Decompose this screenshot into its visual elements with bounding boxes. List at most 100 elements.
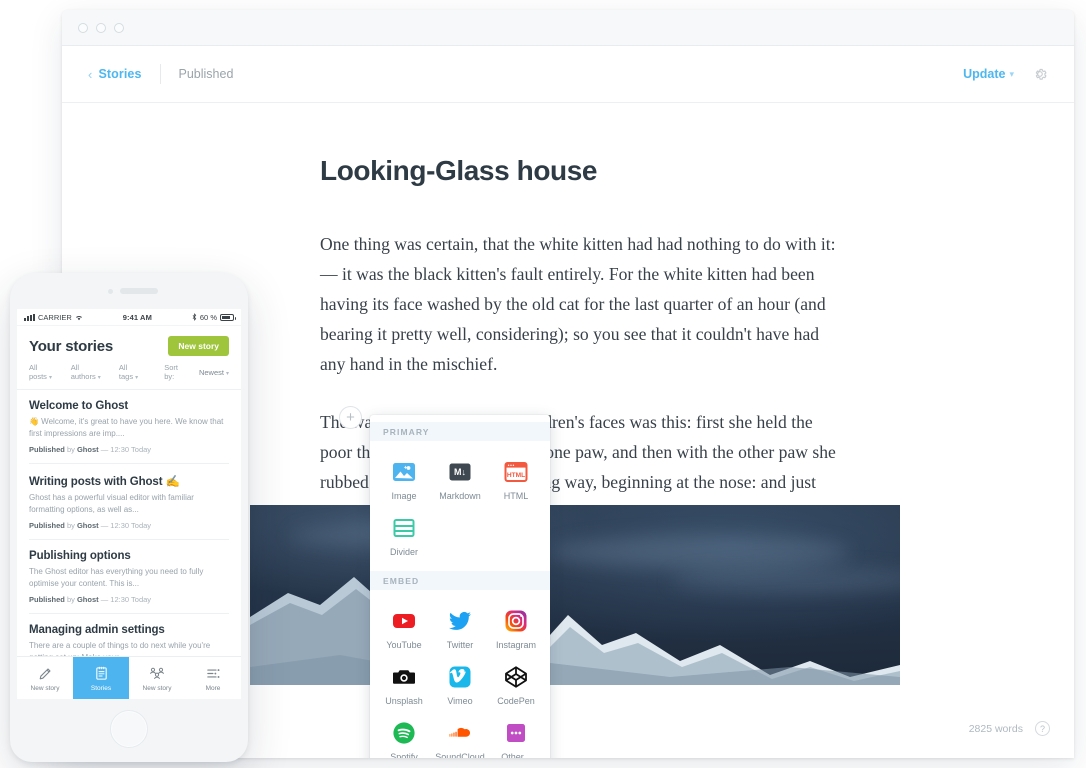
card-item-markdown[interactable]: M↓ Markdown <box>432 453 488 505</box>
editor-top-bar: ‹ Stories Published Update ▾ <box>62 46 1074 103</box>
window-close-button[interactable] <box>78 22 88 33</box>
battery-icon <box>220 313 236 321</box>
home-button[interactable] <box>110 710 148 748</box>
tab-new-story-pencil[interactable]: New story <box>17 657 73 699</box>
filter-all-tags[interactable]: All tags ▾ <box>119 363 146 381</box>
window-zoom-button[interactable] <box>114 22 124 33</box>
story-meta: Published by Ghost — 12:30 Today <box>29 445 152 454</box>
question-mark-icon[interactable]: ? <box>1035 721 1050 736</box>
markdown-card-icon: M↓ <box>447 459 473 485</box>
new-story-button[interactable]: New story <box>168 336 229 356</box>
card-item-twitter[interactable]: Twitter <box>432 602 488 654</box>
card-item-spotify[interactable]: Spotify <box>376 714 432 758</box>
paragraph-1[interactable]: One thing was certain, that the white ki… <box>320 229 840 379</box>
card-item-label: Vimeo <box>447 696 473 706</box>
list-item[interactable]: Writing posts with Ghost ✍️ Ghost has a … <box>29 464 229 540</box>
card-item-label: Divider <box>389 547 418 557</box>
card-item-codepen[interactable]: CodePen <box>488 658 544 710</box>
chevron-left-icon: ‹ <box>88 66 93 82</box>
sort-by-label: Sort by: <box>164 363 178 381</box>
add-card-button[interactable]: + <box>339 406 362 429</box>
mobile-status-bar: CARRIER 9:41 AM 60 % <box>17 309 241 326</box>
story-title: Welcome to Ghost <box>29 400 129 412</box>
card-grid-primary: Image M↓ Markdown HTML HTML Divider <box>370 441 550 571</box>
divider-card-icon <box>391 515 417 541</box>
card-item-other[interactable]: Other... <box>488 714 544 758</box>
card-item-image[interactable]: Image <box>376 453 432 505</box>
card-item-label: Twitter <box>446 640 474 650</box>
post-status-label: Published <box>178 67 234 81</box>
wifi-icon <box>75 315 82 320</box>
card-item-label: YouTube <box>386 640 422 650</box>
people-icon <box>149 665 165 682</box>
battery-percent-label: 60 % <box>199 312 217 322</box>
bluetooth-icon <box>192 313 197 321</box>
tab-label: More <box>205 684 221 692</box>
card-item-unsplash[interactable]: Unsplash <box>376 658 432 710</box>
twitter-icon <box>447 608 473 634</box>
mobile-filter-bar: All posts ▾ All authors ▾ All tags ▾ Sort b… <box>17 363 241 390</box>
card-insert-menu: PRIMARY Image M↓ Markdown HTML HTML Divi… <box>370 415 550 758</box>
stories-list: Welcome to Ghost 👋 Welcome, it's great t… <box>17 390 241 687</box>
feature-image[interactable] <box>250 505 900 685</box>
window-minimize-button[interactable] <box>96 22 106 33</box>
signal-bars-icon <box>24 313 35 321</box>
list-item[interactable]: Publishing options The Ghost editor has … <box>29 540 229 614</box>
topbar-actions: Update ▾ <box>963 66 1048 82</box>
update-button[interactable]: Update ▾ <box>963 67 1014 81</box>
sort-by-value[interactable]: Newest ▾ <box>199 368 229 377</box>
front-camera-icon <box>108 289 113 294</box>
list-settings-icon <box>206 665 221 682</box>
back-to-stories-link[interactable]: ‹ Stories <box>88 67 142 81</box>
screenshot-root: ‹ Stories Published Update ▾ Looking-Gla… <box>0 0 1086 768</box>
chevron-down-icon: ▾ <box>135 375 139 381</box>
page-title[interactable]: Looking-Glass house <box>320 155 840 187</box>
pencil-icon <box>38 665 53 682</box>
mountain-silhouette <box>250 577 900 685</box>
story-meta: Published by Ghost — 12:30 Today <box>29 521 152 530</box>
word-count-area: 2825 words ? <box>969 721 1050 736</box>
word-count-label: 2825 words <box>968 722 1023 735</box>
card-item-label: Unsplash <box>385 696 423 706</box>
card-item-label: Image <box>391 491 417 501</box>
chevron-down-icon: ▾ <box>97 375 101 381</box>
story-title: Writing posts with Ghost ✍️ <box>29 476 180 488</box>
story-title: Publishing options <box>29 550 131 562</box>
card-item-label: Instagram <box>495 640 537 650</box>
youtube-icon <box>391 608 417 634</box>
card-item-vimeo[interactable]: Vimeo <box>432 658 488 710</box>
browser-title-bar <box>62 10 1074 46</box>
gear-icon[interactable] <box>1032 66 1048 82</box>
list-item[interactable]: Welcome to Ghost 👋 Welcome, it's great t… <box>29 390 229 464</box>
vimeo-icon <box>447 664 473 690</box>
story-excerpt: The Ghost editor has everything you need… <box>29 567 204 588</box>
back-to-stories-label: Stories <box>98 67 142 81</box>
chevron-down-icon: ▾ <box>225 370 229 377</box>
card-item-label: Other... <box>501 752 531 758</box>
story-excerpt: 👋 Welcome, it's great to have you here. … <box>29 417 224 438</box>
phone-top-bezel <box>10 273 248 309</box>
card-item-html[interactable]: HTML HTML <box>488 453 544 505</box>
clock-label: 9:41 AM <box>122 312 152 322</box>
card-item-youtube[interactable]: YouTube <box>376 602 432 654</box>
phone-mockup: CARRIER 9:41 AM 60 % Your stories New st… <box>10 273 248 762</box>
card-item-instagram[interactable]: Instagram <box>488 602 544 654</box>
card-section-heading-primary: PRIMARY <box>370 422 550 441</box>
soundcloud-icon <box>447 720 473 746</box>
plus-icon: + <box>346 409 355 426</box>
card-item-divider[interactable]: Divider <box>376 509 432 561</box>
mobile-header: Your stories New story <box>17 326 241 363</box>
card-item-soundcloud[interactable]: SoundCloud <box>432 714 488 758</box>
tab-new-story-people[interactable]: New story <box>129 657 185 699</box>
card-item-label: Spotify <box>390 752 418 758</box>
tab-more[interactable]: More <box>185 657 241 699</box>
card-item-label: HTML <box>503 491 529 501</box>
codepen-icon <box>503 664 529 690</box>
html-card-icon: HTML <box>503 459 529 485</box>
notebook-icon <box>94 665 109 682</box>
tab-stories[interactable]: Stories <box>73 657 129 699</box>
spotify-icon <box>391 720 417 746</box>
filter-all-posts[interactable]: All posts ▾ <box>29 363 60 381</box>
filter-all-authors[interactable]: All authors ▾ <box>71 363 108 381</box>
mobile-tab-bar: New story Stories New story More <box>17 656 241 699</box>
